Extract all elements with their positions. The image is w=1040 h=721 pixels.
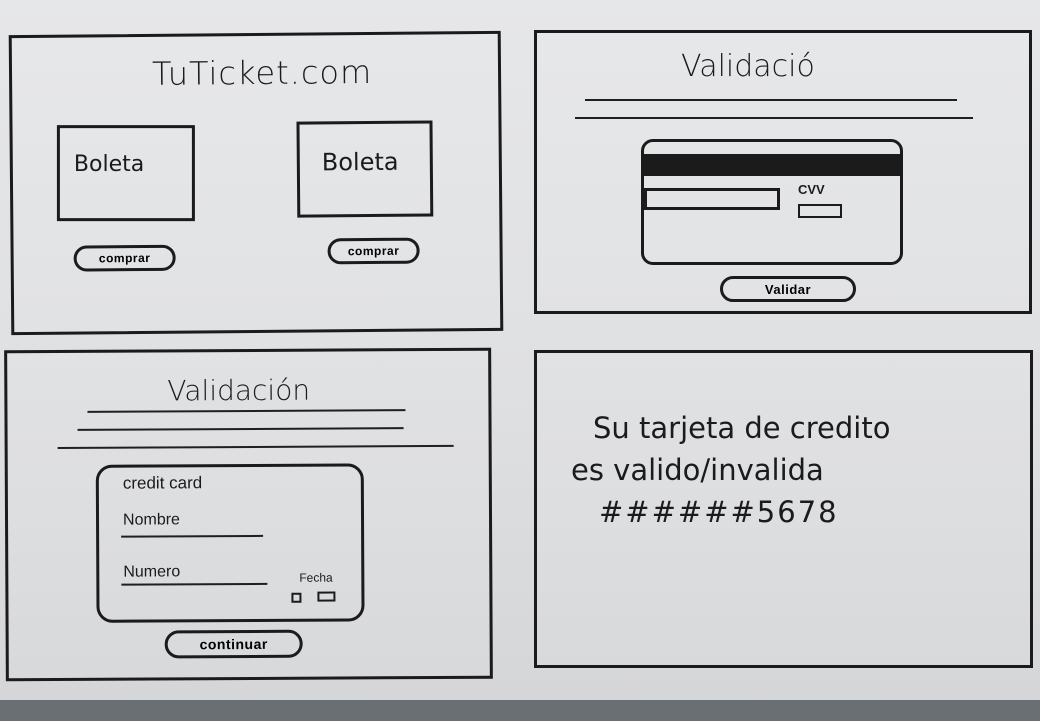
wireframe-home-screen: TuTicket.com Boleta Boleta comprar compr…	[8, 30, 504, 336]
date-label: Fecha	[299, 570, 333, 585]
credit-card-form: credit card Nombre Numero Fecha	[95, 463, 365, 623]
magnetic-stripe	[644, 154, 900, 176]
masked-card-number: ######5678	[599, 495, 839, 529]
date-month-input[interactable]	[291, 592, 302, 603]
number-label: Numero	[123, 563, 181, 581]
buy-right-button[interactable]: comprar	[327, 237, 420, 265]
background-floor	[0, 700, 1040, 721]
card-heading: credit card	[122, 473, 203, 493]
ticket-card-right-label: Boleta	[321, 147, 399, 177]
credit-card-back: CVV	[641, 139, 903, 265]
input-line-3	[57, 444, 454, 449]
name-input[interactable]	[121, 534, 264, 538]
input-line-2	[77, 427, 404, 431]
result-message-line1: Su tarjeta de credito	[593, 411, 891, 445]
input-line-1	[87, 409, 406, 413]
ticket-card-left[interactable]: Boleta	[56, 125, 195, 222]
name-label: Nombre	[122, 511, 180, 529]
wireframe-card-details-screen: Validación credit card Nombre Numero Fec…	[4, 347, 493, 682]
input-line-1	[585, 99, 957, 101]
input-line-2	[575, 117, 973, 119]
date-year-input[interactable]	[317, 591, 336, 602]
wireframe-result-screen: Su tarjeta de credito es valido/invalida…	[534, 350, 1033, 668]
screen2-title: Validació	[681, 49, 815, 84]
wireframe-validation-cvv-screen: Validació CVV Validar	[534, 30, 1032, 314]
cvv-input[interactable]	[798, 204, 842, 218]
screen3-title: Validación	[167, 373, 311, 408]
validate-button[interactable]: Validar	[720, 276, 856, 302]
number-input[interactable]	[121, 582, 268, 586]
continue-button[interactable]: continuar	[164, 629, 303, 659]
ticket-card-right[interactable]: Boleta	[296, 120, 434, 218]
buy-left-button[interactable]: comprar	[73, 244, 176, 272]
signature-strip	[644, 188, 780, 210]
site-title: TuTicket.com	[151, 52, 373, 93]
cvv-label: CVV	[798, 182, 825, 197]
result-message-line2: es valido/invalida	[571, 453, 824, 487]
ticket-card-left-label: Boleta	[73, 152, 145, 178]
